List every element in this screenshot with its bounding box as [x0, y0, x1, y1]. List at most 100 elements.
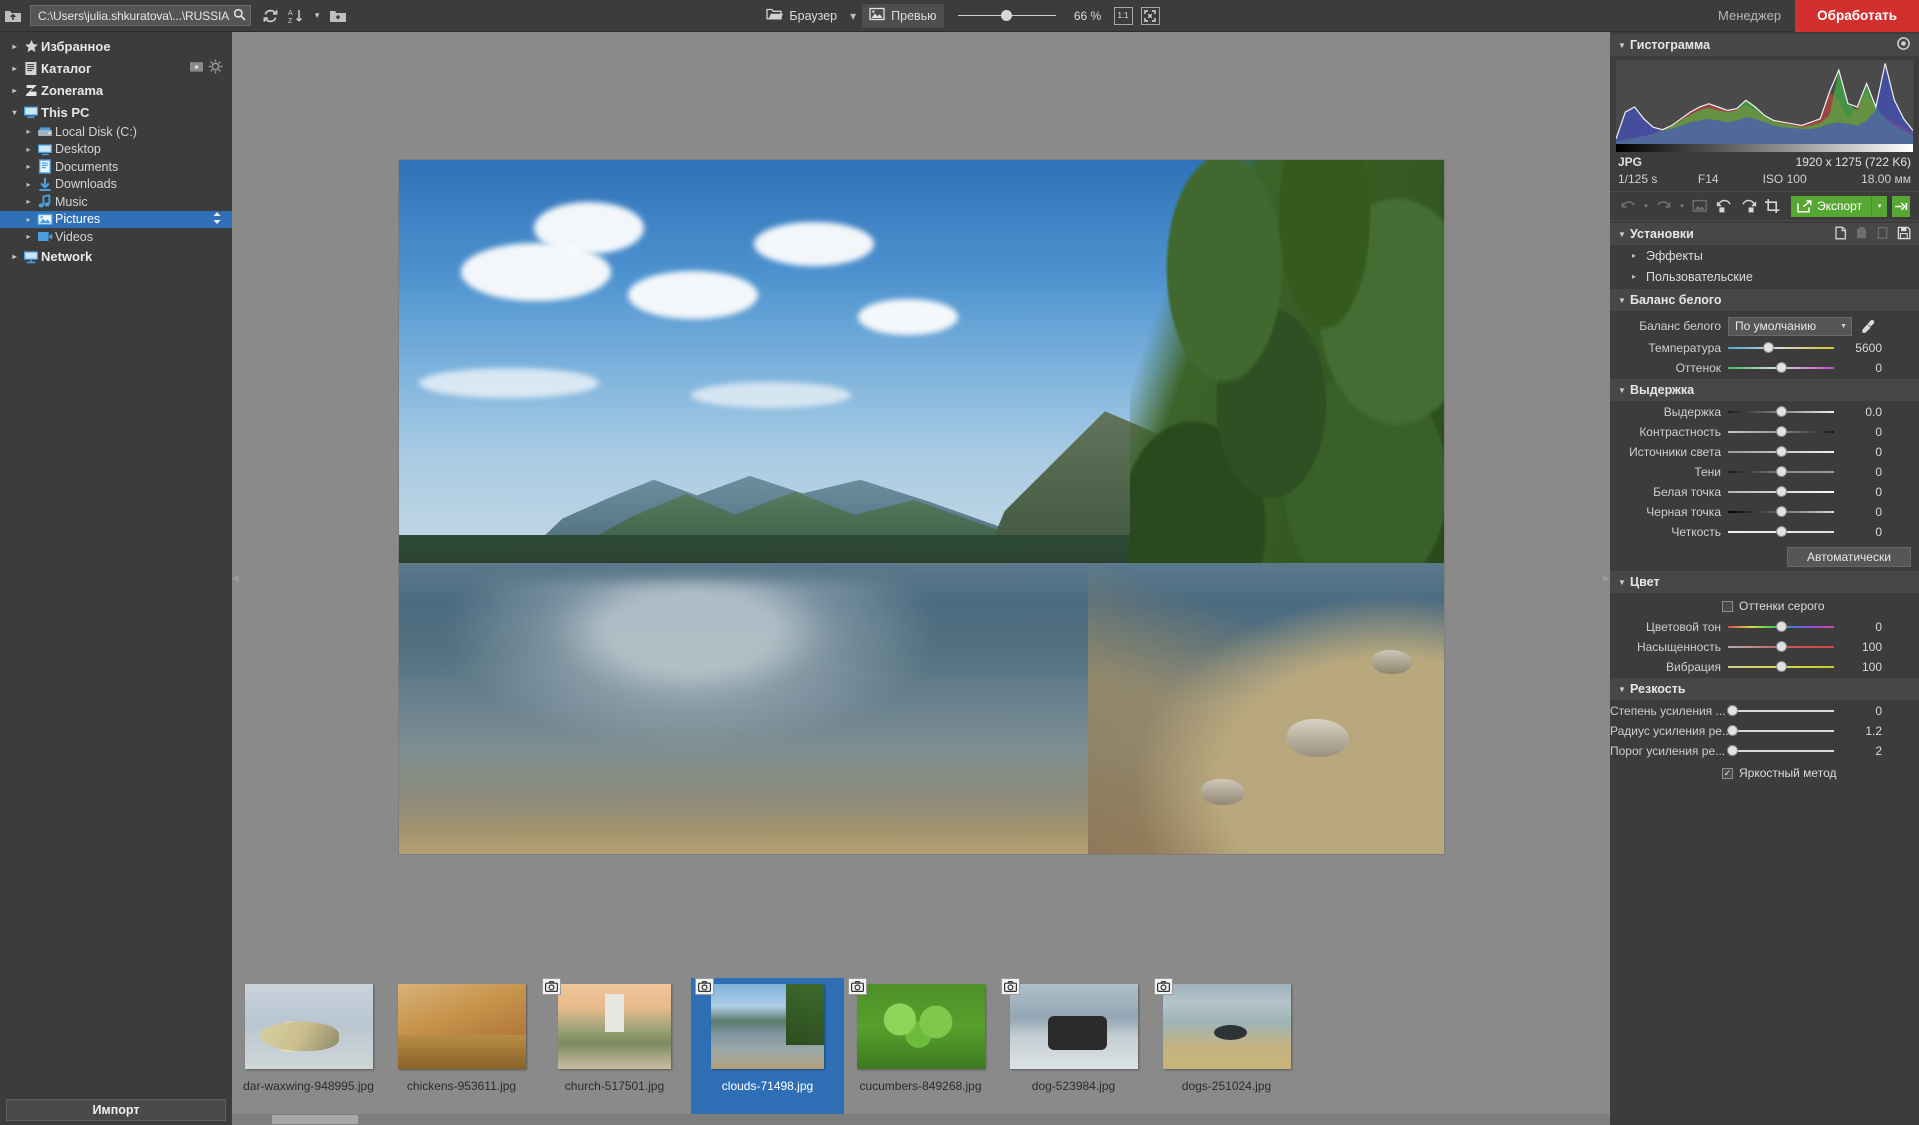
slider-control[interactable]: [1727, 701, 1834, 720]
slider-control[interactable]: [1728, 637, 1834, 656]
sidebar-item-this-pc[interactable]: ▾ This PC: [0, 101, 232, 123]
reset-settings-icon[interactable]: [1876, 226, 1890, 243]
section-header-histogram[interactable]: ▼ Гистограмма: [1610, 34, 1919, 56]
section-header-exposure[interactable]: ▼ Выдержка: [1610, 379, 1919, 401]
chevron-right-icon[interactable]: ▸: [22, 162, 35, 171]
next-image-icon[interactable]: [1892, 195, 1911, 217]
sidebar-item-music[interactable]: ▸ Music: [0, 193, 232, 211]
histogram-settings-icon[interactable]: [1896, 36, 1911, 54]
fit-screen-icon[interactable]: [1140, 6, 1160, 25]
slider-knob[interactable]: [1776, 662, 1786, 671]
chevron-right-icon[interactable]: ▸: [8, 86, 21, 95]
slider-control[interactable]: [1727, 741, 1834, 760]
preview-mode-button[interactable]: Превью: [862, 3, 944, 28]
rotate-right-icon[interactable]: [1737, 195, 1759, 217]
slider-control[interactable]: [1728, 462, 1834, 481]
slider-knob[interactable]: [1776, 642, 1786, 651]
slider-control[interactable]: [1728, 522, 1834, 541]
chevron-right-icon[interactable]: ▸: [22, 180, 35, 189]
slider-control[interactable]: [1728, 617, 1834, 636]
slider-knob[interactable]: [1776, 467, 1786, 476]
add-folder-icon[interactable]: [189, 60, 204, 76]
redo-caret-icon[interactable]: ▾: [1677, 202, 1687, 210]
rotate-left-icon[interactable]: [1713, 195, 1735, 217]
browser-mode-caret-icon[interactable]: ▾: [844, 4, 862, 28]
sidebar-item-[interactable]: ▸ Каталог: [0, 57, 232, 79]
export-caret-icon[interactable]: ▾: [1871, 195, 1887, 217]
slider-knob[interactable]: [1776, 427, 1786, 436]
slider-knob[interactable]: [1776, 622, 1786, 631]
filmstrip-thumbnail[interactable]: dar-waxwing-948995.jpg: [232, 978, 385, 1118]
thumbnail-image[interactable]: [397, 984, 526, 1069]
browser-mode-button[interactable]: Браузер: [759, 4, 844, 28]
slider-knob[interactable]: [1776, 447, 1786, 456]
crop-icon[interactable]: [1761, 195, 1783, 217]
paste-settings-icon[interactable]: [1855, 226, 1869, 243]
auto-exposure-button[interactable]: Автоматически: [1787, 547, 1911, 567]
sidebar-item-downloads[interactable]: ▸ Downloads: [0, 176, 232, 194]
chevron-right-icon[interactable]: ▸: [8, 42, 21, 51]
zoom-1to1-button[interactable]: 1:1: [1113, 6, 1133, 25]
slider-knob[interactable]: [1727, 746, 1737, 755]
sidebar-item-documents[interactable]: ▸ Documents: [0, 158, 232, 176]
gear-icon[interactable]: [208, 59, 223, 77]
slider-control[interactable]: [1728, 338, 1834, 357]
chevron-down-icon[interactable]: ▾: [8, 108, 21, 117]
filmstrip-thumbnail[interactable]: dogs-251024.jpg: [1150, 978, 1303, 1118]
filmstrip-thumbnail[interactable]: church-517501.jpg: [538, 978, 691, 1118]
sidebar-item-videos[interactable]: ▸ Videos: [0, 228, 232, 246]
chevron-right-icon[interactable]: ▸: [22, 197, 35, 206]
chevron-right-icon[interactable]: ▸: [22, 215, 35, 224]
thumbnail-image[interactable]: [856, 984, 985, 1069]
luminance-method-checkbox[interactable]: ✓: [1722, 767, 1733, 779]
section-header-color[interactable]: ▼ Цвет: [1610, 571, 1919, 593]
slider-knob[interactable]: [1776, 527, 1786, 536]
sidebar-item-local-disk-c[interactable]: ▸ Local Disk (C:): [0, 123, 232, 141]
histogram-chart[interactable]: [1616, 60, 1913, 152]
collapse-left-panel-handle[interactable]: ◀: [232, 562, 239, 596]
slider-knob[interactable]: [1727, 706, 1737, 715]
sidebar-item-[interactable]: ▸ Избранное: [0, 35, 232, 57]
section-header-presets[interactable]: ▼ Установки: [1610, 223, 1919, 245]
filmstrip-scrollbar-thumb[interactable]: [272, 1115, 358, 1124]
preview-photo-frame[interactable]: [398, 160, 1444, 854]
slider-control[interactable]: [1728, 358, 1834, 377]
grayscale-checkbox[interactable]: [1722, 600, 1733, 612]
sidebar-item-network[interactable]: ▸ Network: [0, 246, 232, 268]
undo-caret-icon[interactable]: ▾: [1641, 202, 1651, 210]
preset-group-effects[interactable]: ▸ Эффекты: [1610, 245, 1919, 266]
thumbnail-image[interactable]: [1009, 984, 1138, 1069]
filmstrip-thumbnail[interactable]: chickens-953611.jpg: [385, 978, 538, 1118]
zoom-slider-knob[interactable]: [1000, 10, 1012, 21]
develop-tab[interactable]: Обработать: [1795, 0, 1919, 32]
slider-control[interactable]: [1728, 657, 1834, 676]
slider-knob[interactable]: [1763, 343, 1773, 352]
slider-control[interactable]: [1728, 442, 1834, 461]
thumbnail-image[interactable]: [558, 984, 671, 1069]
chevron-right-icon[interactable]: ▸: [8, 64, 21, 73]
updown-icon[interactable]: [211, 211, 223, 228]
thumbnail-image[interactable]: [1162, 984, 1291, 1069]
chevron-right-icon[interactable]: ▸: [8, 252, 21, 261]
manager-tab[interactable]: Менеджер: [1704, 0, 1795, 32]
refresh-icon[interactable]: [257, 4, 283, 28]
eyedropper-icon[interactable]: [1857, 319, 1879, 334]
import-button[interactable]: Импорт: [6, 1099, 226, 1121]
slider-knob[interactable]: [1776, 363, 1786, 372]
chevron-right-icon[interactable]: ▸: [22, 232, 35, 241]
slider-control[interactable]: [1728, 482, 1834, 501]
slider-knob[interactable]: [1727, 726, 1737, 735]
filmstrip-thumbnail[interactable]: cucumbers-849268.jpg: [844, 978, 997, 1118]
slider-control[interactable]: [1727, 721, 1834, 740]
folder-up-icon[interactable]: [0, 4, 26, 28]
zoom-slider[interactable]: [957, 4, 1056, 28]
export-button[interactable]: Экспорт ▾: [1791, 195, 1888, 217]
slider-control[interactable]: [1728, 502, 1834, 521]
sort-az-icon[interactable]: AZ: [283, 4, 309, 28]
search-icon[interactable]: [233, 8, 246, 24]
sort-caret-icon[interactable]: ▾: [309, 4, 325, 28]
collapse-right-panel-handle[interactable]: ▶: [1603, 562, 1610, 596]
section-header-white-balance[interactable]: ▼ Баланс белого: [1610, 289, 1919, 311]
develop-settings-scroll[interactable]: ▼ Установки ▸ Эффекты ▸ Пользовательские…: [1610, 221, 1919, 1125]
slider-knob[interactable]: [1776, 407, 1786, 416]
